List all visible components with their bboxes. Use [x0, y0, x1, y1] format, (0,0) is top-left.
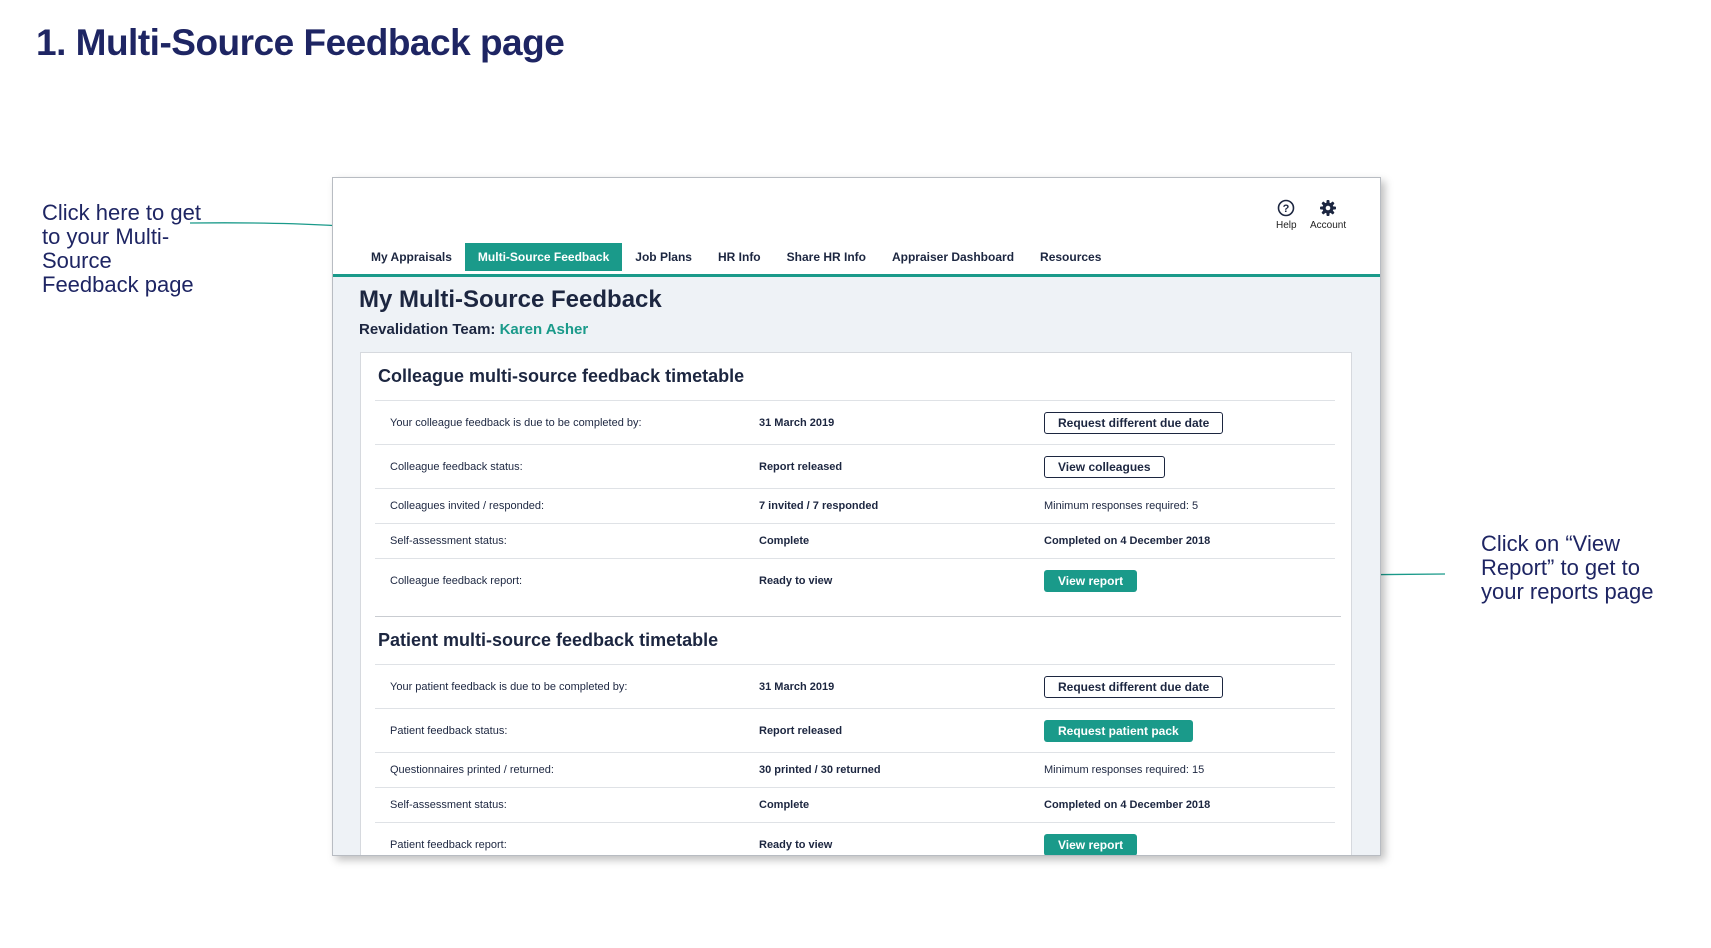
app-screenshot-frame: ? Help Account My Appraisals Multi-Sourc…: [332, 177, 1381, 856]
view-colleagues-button[interactable]: View colleagues: [1044, 455, 1165, 478]
table-row: Questionnaires printed / returned: 30 pr…: [375, 753, 1335, 788]
svg-text:?: ?: [1283, 203, 1290, 215]
row-label: Colleagues invited / responded:: [390, 500, 545, 512]
tab-appraiser-dashboard[interactable]: Appraiser Dashboard: [879, 243, 1027, 271]
row-value: Report released: [759, 724, 843, 737]
row-value: Report released: [759, 460, 843, 473]
table-row: Colleagues invited / responded: 7 invite…: [375, 489, 1335, 524]
team-label: Revalidation Team:: [359, 321, 496, 338]
row-value: Ready to view: [759, 574, 833, 587]
row-value: 7 invited / 7 responded: [759, 500, 879, 512]
row-value: Ready to view: [759, 838, 833, 851]
row-label: Questionnaires printed / returned:: [390, 764, 554, 776]
team-name-link[interactable]: Karen Asher: [500, 321, 589, 338]
row-value: Complete: [759, 799, 810, 811]
request-different-due-date-button[interactable]: Request different due date: [1044, 411, 1224, 434]
top-navigation-bar: ? Help Account My Appraisals Multi-Sourc…: [333, 178, 1380, 277]
row-label: Patient feedback report:: [390, 838, 507, 851]
row-label: Your patient feedback is due to be compl…: [390, 680, 628, 693]
row-note: Minimum responses required: 5: [1044, 500, 1199, 512]
help-button[interactable]: ? Help: [1276, 199, 1297, 231]
tab-job-plans[interactable]: Job Plans: [622, 243, 705, 271]
row-value: 31 March 2019: [759, 416, 835, 429]
table-row: Colleague feedback report: Ready to view…: [375, 559, 1335, 602]
row-label: Patient feedback status:: [390, 724, 508, 737]
feedback-timetable-card: Colleague multi-source feedback timetabl…: [360, 352, 1352, 855]
view-patient-report-button[interactable]: View report: [1044, 833, 1138, 855]
tab-multi-source-feedback[interactable]: Multi-Source Feedback: [464, 243, 623, 271]
view-colleague-report-button[interactable]: View report: [1044, 569, 1138, 592]
row-label: Your colleague feedback is due to be com…: [390, 416, 642, 429]
table-row: Patient feedback report: Ready to view V…: [375, 823, 1335, 855]
row-note: Completed on 4 December 2018: [1044, 799, 1211, 811]
row-label: Colleague feedback status:: [390, 460, 523, 473]
tab-hr-info[interactable]: HR Info: [705, 243, 774, 271]
row-label: Self-assessment status:: [390, 799, 507, 811]
page-title: My Multi-Source Feedback: [359, 286, 662, 313]
table-row: Your colleague feedback is due to be com…: [375, 401, 1335, 445]
main-tabs: My Appraisals Multi-Source Feedback Job …: [358, 243, 1114, 271]
help-label: Help: [1276, 220, 1297, 231]
patient-timetable: Patient multi-source feedback timetable …: [375, 617, 1335, 855]
account-label: Account: [1310, 220, 1347, 231]
tab-resources[interactable]: Resources: [1027, 243, 1114, 271]
help-circle-icon: ?: [1277, 199, 1295, 217]
account-button[interactable]: Account: [1310, 199, 1346, 231]
table-row: Patient feedback status: Report released…: [375, 709, 1335, 753]
tab-my-appraisals[interactable]: My Appraisals: [358, 243, 465, 271]
table-row: Colleague feedback status: Report releas…: [375, 445, 1335, 489]
row-label: Self-assessment status:: [390, 535, 507, 547]
tab-share-hr-info[interactable]: Share HR Info: [774, 243, 879, 271]
request-patient-pack-button[interactable]: Request patient pack: [1044, 719, 1193, 742]
row-note: Minimum responses required: 15: [1044, 764, 1205, 776]
row-label: Colleague feedback report:: [390, 574, 523, 587]
table-row: Self-assessment status: Complete Complet…: [375, 524, 1335, 559]
row-value: Complete: [759, 535, 810, 547]
gear-icon: [1319, 199, 1337, 217]
table-row: Self-assessment status: Complete Complet…: [375, 788, 1335, 823]
table-row: Your patient feedback is due to be compl…: [375, 665, 1335, 709]
colleague-timetable-heading: Colleague multi-source feedback timetabl…: [375, 353, 1335, 401]
row-value: 31 March 2019: [759, 680, 835, 693]
patient-timetable-heading: Patient multi-source feedback timetable: [375, 617, 1335, 665]
row-note: Completed on 4 December 2018: [1044, 535, 1211, 547]
revalidation-team: Revalidation Team: Karen Asher: [359, 321, 588, 338]
colleague-timetable: Colleague multi-source feedback timetabl…: [375, 353, 1335, 602]
request-different-due-date-button[interactable]: Request different due date: [1044, 675, 1224, 698]
row-value: 30 printed / 30 returned: [759, 764, 881, 776]
